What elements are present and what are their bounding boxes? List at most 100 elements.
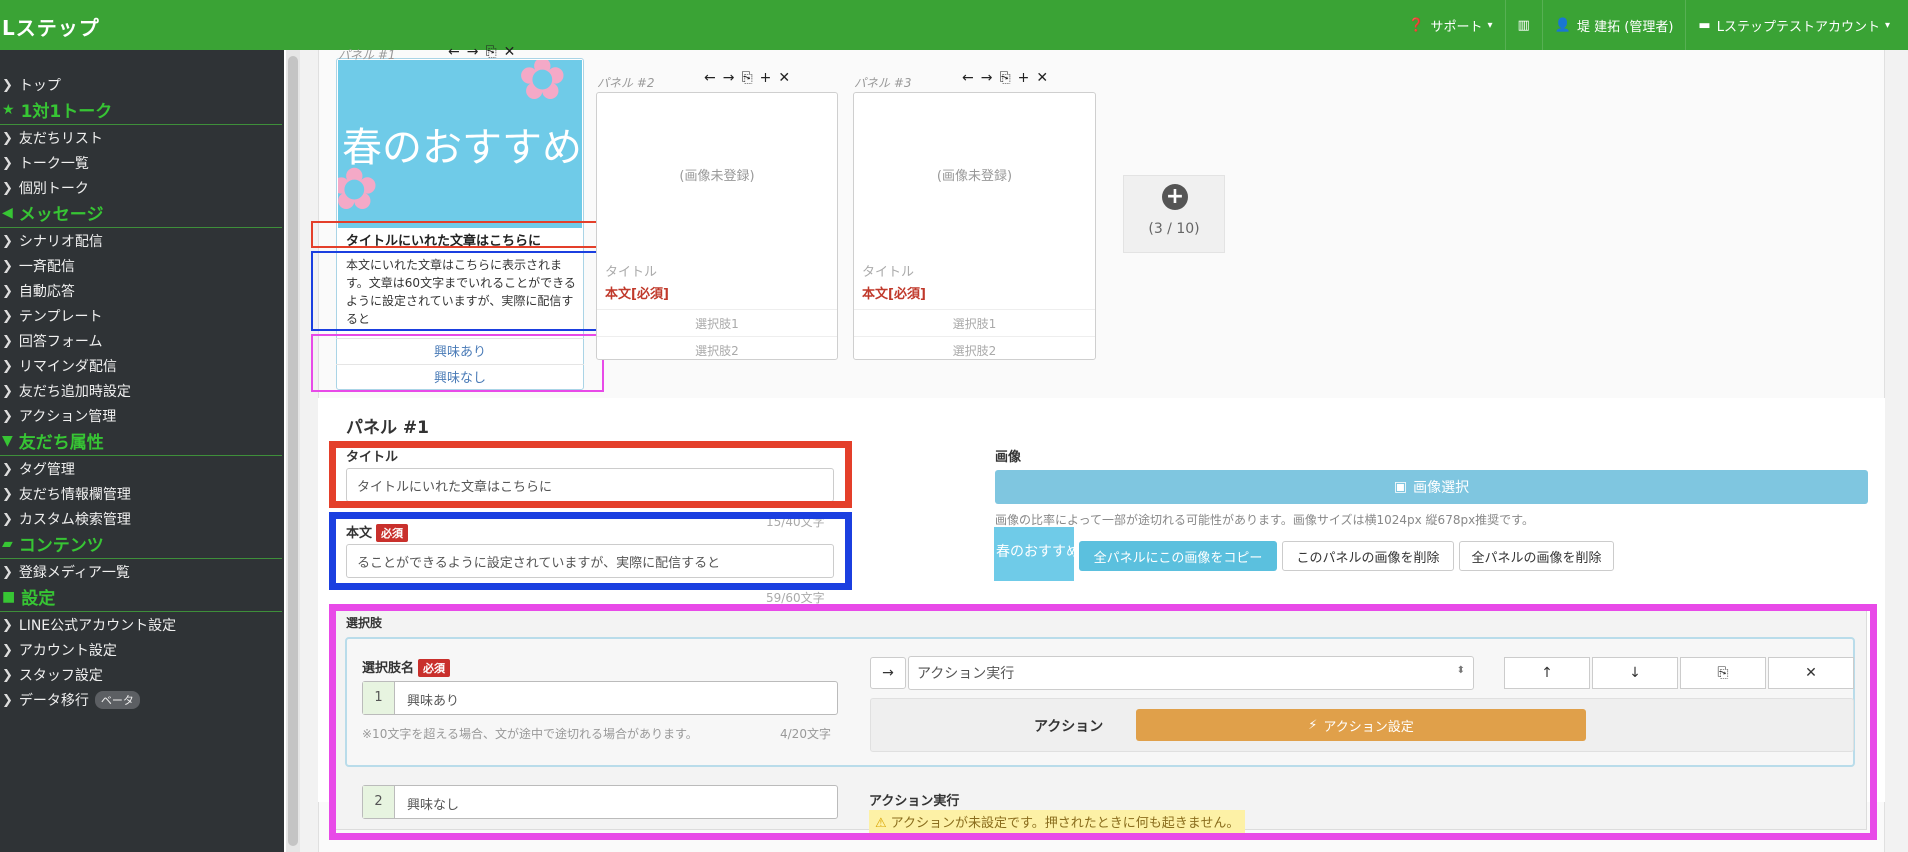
chevron-right-icon: ❯ bbox=[2, 308, 13, 324]
chevron-right-icon: ❯ bbox=[2, 642, 13, 658]
move-left-icon[interactable]: ← bbox=[704, 70, 716, 86]
highlight-title-input bbox=[329, 441, 852, 508]
question-circle-icon: ❓ bbox=[1408, 17, 1425, 33]
body-required: 本文[必須] bbox=[862, 287, 926, 302]
chevron-right-icon: ❯ bbox=[2, 180, 13, 196]
bar-chart-icon: ▥ bbox=[1517, 17, 1530, 33]
sidebar-section-attr: ▼ 友だち属性 bbox=[0, 426, 282, 456]
sidebar-section-settings: ■ 設定 bbox=[0, 582, 282, 612]
sidebar-item-label: テンプレート bbox=[18, 309, 103, 325]
preview-panel-3[interactable]: (画像未登録) タイトル 本文[必須] 選択肢1 選択肢2 bbox=[853, 92, 1096, 360]
panel-1-toolbar: ← → ⎘ ✕ bbox=[448, 44, 515, 60]
scrollbar-thumb[interactable] bbox=[288, 56, 298, 846]
chevron-right-icon: ❯ bbox=[2, 564, 13, 580]
support-label: サポート bbox=[1430, 19, 1483, 35]
user-name: 堤 建拓 (管理者) bbox=[1577, 19, 1674, 35]
move-left-icon[interactable]: ← bbox=[448, 44, 460, 60]
highlight-choices-preview bbox=[311, 334, 604, 392]
delete-image-this-button[interactable]: このパネルの画像を削除 bbox=[1282, 541, 1454, 571]
top-bar: Lステップ ❓ サポート ▾ ▥ 👤 堤 建拓 (管理者) ▬ Lステップテスト… bbox=[0, 0, 1908, 50]
sidebar-item-label: スタッフ設定 bbox=[18, 668, 103, 684]
sidebar-item-label: データ移行 bbox=[18, 693, 89, 709]
chevron-right-icon: ❯ bbox=[2, 155, 13, 171]
image-select-label: 画像選択 bbox=[1413, 480, 1470, 496]
choice-2-placeholder: 選択肢2 bbox=[597, 336, 837, 359]
move-right-icon[interactable]: → bbox=[981, 70, 993, 86]
no-image-text: (画像未登録) bbox=[679, 169, 755, 184]
sidebar-section-label: 1対1トーク bbox=[20, 102, 113, 122]
image-select-button[interactable]: ▣ 画像選択 bbox=[995, 470, 1868, 504]
sidebar-item-label: LINE公式アカウント設定 bbox=[18, 618, 177, 634]
copy-icon[interactable]: ⎘ bbox=[999, 70, 1010, 86]
highlight-body-preview bbox=[311, 251, 604, 331]
choice-1-placeholder: 選択肢1 bbox=[854, 309, 1095, 332]
panel-3-label: パネル #3 bbox=[854, 76, 912, 90]
chevron-right-icon: ❯ bbox=[2, 511, 13, 527]
stats-menu[interactable]: ▥ bbox=[1504, 0, 1542, 50]
flower-decoration: ✿ bbox=[518, 60, 567, 113]
account-menu[interactable]: ▬ Lステップテストアカウント ▾ bbox=[1685, 0, 1902, 50]
image-size-note: 画像の比率によって一部が途切れる可能性があります。画像サイズは横1024px 縦… bbox=[995, 513, 1534, 527]
chevron-right-icon: ❯ bbox=[2, 233, 13, 249]
panel-form-title: パネル #1 bbox=[346, 418, 429, 438]
sidebar-item-label: トップ bbox=[18, 78, 61, 94]
star-icon: ★ bbox=[2, 101, 15, 118]
copy-icon[interactable]: ⎘ bbox=[485, 44, 496, 60]
sidebar-section-label: 友だち属性 bbox=[18, 433, 104, 453]
panel-count: (3 / 10) bbox=[1148, 221, 1200, 237]
thumbnail-text: 春のおすすめ bbox=[996, 544, 1074, 560]
sidebar-item-data-migration[interactable]: ❯ データ移行 ベータ bbox=[0, 685, 282, 715]
chevron-right-icon: ❯ bbox=[2, 461, 13, 477]
close-icon[interactable]: ✕ bbox=[504, 44, 516, 60]
image-thumbnail: 春のおすすめ bbox=[994, 527, 1074, 581]
sidebar-item-label: シナリオ配信 bbox=[18, 234, 103, 250]
sidebar-item-label: アクション管理 bbox=[18, 409, 117, 425]
sidebar-item-label: 友だち情報欄管理 bbox=[18, 487, 131, 503]
plus-icon[interactable]: + bbox=[1018, 70, 1030, 86]
plus-icon[interactable]: + bbox=[760, 70, 772, 86]
chevron-right-icon: ❯ bbox=[2, 667, 13, 683]
plus-circle-icon: + bbox=[1162, 184, 1188, 210]
beta-badge: ベータ bbox=[94, 691, 140, 709]
folder-icon: ▰ bbox=[2, 535, 13, 552]
user-menu[interactable]: 👤 堤 建拓 (管理者) bbox=[1541, 0, 1686, 50]
close-icon[interactable]: ✕ bbox=[1036, 70, 1048, 86]
panel-1-image: ✿ ✿ 春のおすすめ bbox=[338, 60, 582, 228]
chevron-right-icon: ❯ bbox=[2, 486, 13, 502]
chevron-right-icon: ❯ bbox=[2, 258, 13, 274]
brand-logo[interactable]: Lステップ bbox=[2, 12, 100, 41]
chevron-right-icon: ❯ bbox=[2, 617, 13, 633]
copy-icon[interactable]: ⎘ bbox=[741, 70, 752, 86]
chevron-right-icon: ❯ bbox=[2, 283, 13, 299]
delete-image-all-button[interactable]: 全パネルの画像を削除 bbox=[1459, 541, 1614, 571]
sidebar-item-label: カスタム検索管理 bbox=[18, 512, 131, 528]
panel-2-label: パネル #2 bbox=[597, 76, 655, 90]
highlight-body-input bbox=[329, 512, 852, 590]
move-right-icon[interactable]: → bbox=[723, 70, 735, 86]
gear-icon: ■ bbox=[2, 588, 16, 605]
add-panel-button[interactable]: + (3 / 10) bbox=[1123, 175, 1225, 253]
title-placeholder: タイトル bbox=[605, 265, 658, 280]
sidebar-section-label: コンテンツ bbox=[18, 536, 104, 556]
account-name: Lステップテストアカウント bbox=[1716, 19, 1880, 35]
sidebar-item-label: リマインダ配信 bbox=[18, 359, 117, 375]
top-nav: ❓ サポート ▾ ▥ 👤 堤 建拓 (管理者) ▬ Lステップテストアカウント … bbox=[1396, 0, 1902, 50]
chevron-right-icon: ❯ bbox=[2, 130, 13, 146]
body-required: 本文[必須] bbox=[605, 287, 669, 302]
move-left-icon[interactable]: ← bbox=[962, 70, 974, 86]
image-label: 画像 bbox=[995, 450, 1022, 465]
panel-3-toolbar: ← → ⎘ + ✕ bbox=[962, 70, 1048, 86]
sidebar-item-label: 友だち追加時設定 bbox=[18, 384, 131, 400]
chevron-right-icon: ❯ bbox=[2, 383, 13, 399]
chevron-right-icon: ❯ bbox=[2, 358, 13, 374]
sidebar-item-label: 回答フォーム bbox=[18, 334, 103, 350]
megaphone-icon: ◀ bbox=[2, 204, 13, 221]
support-menu[interactable]: ❓ サポート ▾ bbox=[1396, 0, 1504, 50]
move-right-icon[interactable]: → bbox=[467, 44, 479, 60]
sidebar-section-contents: ▰ コンテンツ bbox=[0, 529, 282, 559]
preview-panel-2[interactable]: (画像未登録) タイトル 本文[必須] 選択肢1 選択肢2 bbox=[596, 92, 838, 360]
comment-icon: ▬ bbox=[1698, 17, 1711, 33]
copy-image-all-button[interactable]: 全パネルにこの画像をコピー bbox=[1079, 541, 1277, 571]
choice-1-placeholder: 選択肢1 bbox=[597, 309, 837, 332]
close-icon[interactable]: ✕ bbox=[778, 70, 790, 86]
